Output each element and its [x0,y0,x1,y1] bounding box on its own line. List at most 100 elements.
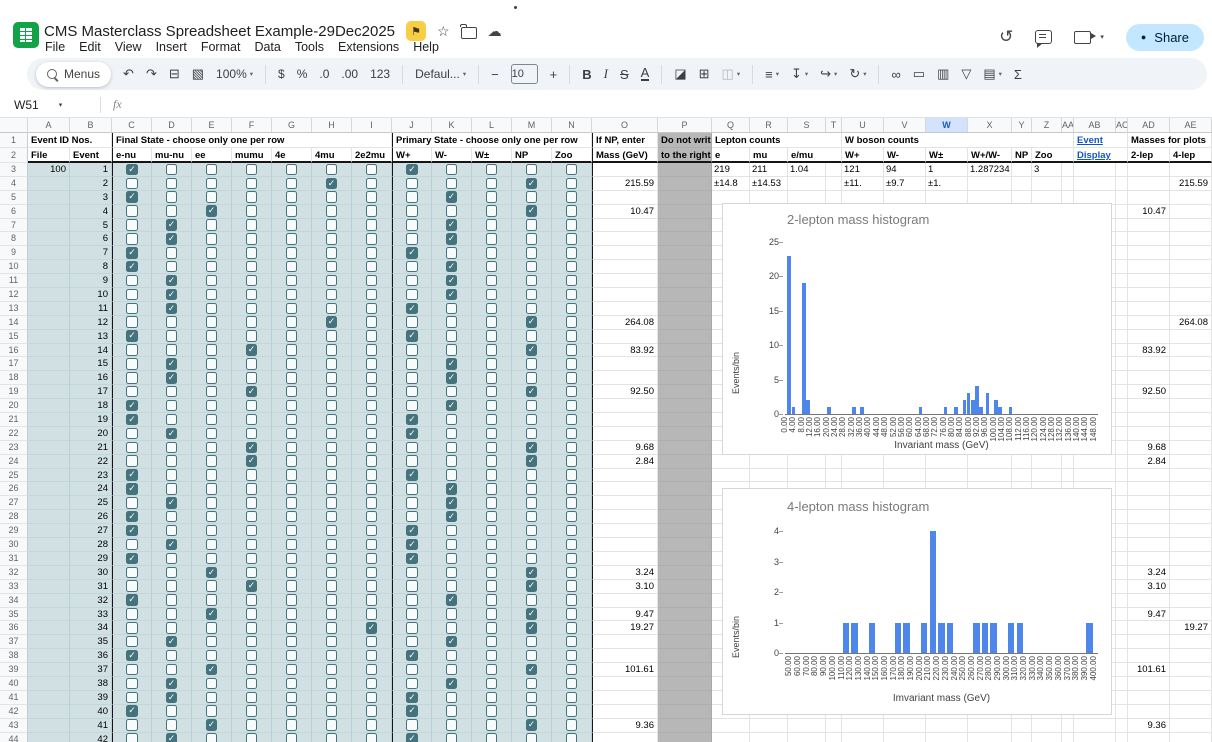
unchecked-checkbox[interactable] [326,191,338,203]
column-header-O[interactable]: O [592,118,658,133]
unchecked-checkbox[interactable] [486,164,498,176]
unchecked-checkbox[interactable] [406,594,418,606]
unchecked-checkbox[interactable] [246,733,258,742]
unchecked-checkbox[interactable] [166,414,178,426]
checked-checkbox[interactable] [326,178,338,190]
unchecked-checkbox[interactable] [206,303,218,315]
unchecked-checkbox[interactable] [486,442,498,454]
unchecked-checkbox[interactable] [246,497,258,509]
unchecked-checkbox[interactable] [406,386,418,398]
unchecked-checkbox[interactable] [446,386,458,398]
unchecked-checkbox[interactable] [246,289,258,301]
unchecked-checkbox[interactable] [526,497,538,509]
unchecked-checkbox[interactable] [326,594,338,606]
unchecked-checkbox[interactable] [406,664,418,676]
unchecked-checkbox[interactable] [286,428,298,440]
unchecked-checkbox[interactable] [326,636,338,648]
unchecked-checkbox[interactable] [126,442,138,454]
unchecked-checkbox[interactable] [246,567,258,579]
column-header-AC[interactable]: AC [1116,118,1128,133]
checked-checkbox[interactable] [246,442,258,454]
unchecked-checkbox[interactable] [166,344,178,356]
unchecked-checkbox[interactable] [326,289,338,301]
unchecked-checkbox[interactable] [566,608,578,620]
row-header-7[interactable]: 7 [0,219,28,233]
column-header-M[interactable]: M [512,118,552,133]
unchecked-checkbox[interactable] [526,358,538,370]
unchecked-checkbox[interactable] [286,164,298,176]
unchecked-checkbox[interactable] [286,247,298,259]
unchecked-checkbox[interactable] [246,705,258,717]
checked-checkbox[interactable] [166,233,178,245]
row-header-1[interactable]: 1 [0,133,28,148]
chart-2-lepton[interactable]: 2-lepton mass histogramEvents/bin0510152… [722,203,1112,455]
checked-checkbox[interactable] [206,567,218,579]
unchecked-checkbox[interactable] [366,497,378,509]
unchecked-checkbox[interactable] [286,358,298,370]
unchecked-checkbox[interactable] [206,525,218,537]
unchecked-checkbox[interactable] [126,372,138,384]
unchecked-checkbox[interactable] [566,164,578,176]
unchecked-checkbox[interactable] [246,692,258,704]
unchecked-checkbox[interactable] [366,261,378,273]
unchecked-checkbox[interactable] [486,330,498,342]
checked-checkbox[interactable] [206,608,218,620]
unchecked-checkbox[interactable] [366,678,378,690]
unchecked-checkbox[interactable] [526,414,538,426]
row-header-18[interactable]: 18 [0,371,28,385]
unchecked-checkbox[interactable] [446,608,458,620]
unchecked-checkbox[interactable] [126,316,138,328]
insert-comment-button[interactable]: ▭ [913,66,925,82]
unchecked-checkbox[interactable] [486,594,498,606]
unchecked-checkbox[interactable] [206,358,218,370]
unchecked-checkbox[interactable] [326,622,338,634]
column-header-B[interactable]: B [70,118,112,133]
checked-checkbox[interactable] [246,455,258,467]
row-header-8[interactable]: 8 [0,232,28,246]
unchecked-checkbox[interactable] [246,608,258,620]
unchecked-checkbox[interactable] [126,303,138,315]
column-header-F[interactable]: F [232,118,272,133]
unchecked-checkbox[interactable] [286,233,298,245]
unchecked-checkbox[interactable] [446,316,458,328]
checked-checkbox[interactable] [246,580,258,592]
unchecked-checkbox[interactable] [126,580,138,592]
unchecked-checkbox[interactable] [406,455,418,467]
unchecked-checkbox[interactable] [126,178,138,190]
unchecked-checkbox[interactable] [366,191,378,203]
unchecked-checkbox[interactable] [566,261,578,273]
percent-format-icon[interactable]: % [297,67,308,81]
unchecked-checkbox[interactable] [446,622,458,634]
unchecked-checkbox[interactable] [246,372,258,384]
row-header-41[interactable]: 41 [0,691,28,705]
share-button[interactable]: ● Share [1126,24,1204,51]
checked-checkbox[interactable] [126,330,138,342]
checked-checkbox[interactable] [526,580,538,592]
unchecked-checkbox[interactable] [246,650,258,662]
text-wrap-button[interactable]: ↪▾ [820,66,837,82]
checked-checkbox[interactable] [406,414,418,426]
row-header-14[interactable]: 14 [0,316,28,330]
menu-file[interactable]: File [38,40,72,56]
unchecked-checkbox[interactable] [406,608,418,620]
unchecked-checkbox[interactable] [566,705,578,717]
unchecked-checkbox[interactable] [126,358,138,370]
unchecked-checkbox[interactable] [366,247,378,259]
row-header-6[interactable]: 6 [0,205,28,219]
unchecked-checkbox[interactable] [526,594,538,606]
checked-checkbox[interactable] [126,469,138,481]
row-header-36[interactable]: 36 [0,621,28,635]
checked-checkbox[interactable] [366,622,378,634]
unchecked-checkbox[interactable] [246,428,258,440]
unchecked-checkbox[interactable] [286,594,298,606]
unchecked-checkbox[interactable] [526,219,538,231]
unchecked-checkbox[interactable] [566,316,578,328]
row-header-33[interactable]: 33 [0,580,28,594]
unchecked-checkbox[interactable] [206,483,218,495]
unchecked-checkbox[interactable] [406,358,418,370]
checked-checkbox[interactable] [446,289,458,301]
unchecked-checkbox[interactable] [446,719,458,731]
column-header-V[interactable]: V [884,118,926,133]
unchecked-checkbox[interactable] [366,636,378,648]
unchecked-checkbox[interactable] [366,483,378,495]
